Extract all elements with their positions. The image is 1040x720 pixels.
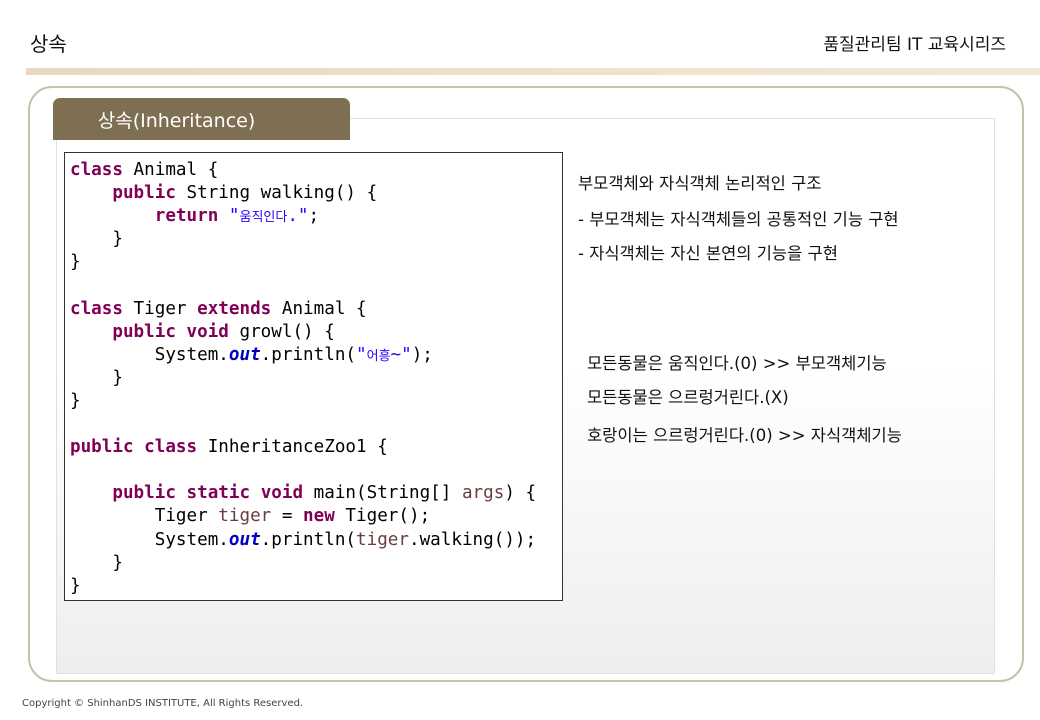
code-token: public bbox=[112, 183, 176, 204]
code-token: } bbox=[70, 229, 123, 250]
code-token: System. bbox=[70, 344, 229, 365]
header-divider bbox=[26, 68, 1040, 75]
code-token: .println( bbox=[260, 529, 357, 550]
code-token: out bbox=[228, 529, 261, 550]
code-token: return bbox=[154, 206, 219, 227]
code-token: InheritanceZoo1 { bbox=[197, 437, 388, 458]
code-token: Animal { bbox=[271, 298, 367, 319]
code-token: 움직인다 bbox=[239, 210, 288, 226]
code-token: " bbox=[228, 206, 240, 227]
code-line: } bbox=[70, 367, 562, 390]
code-token: 어흥 bbox=[366, 348, 391, 364]
example-line: 모든동물은 으르렁거린다.(X) bbox=[587, 388, 789, 407]
description-bullet: - 부모객체는 자식객체들의 공통적인 기능 구현 bbox=[578, 210, 899, 229]
code-token: ~" bbox=[390, 344, 412, 365]
code-token: growl() { bbox=[228, 321, 335, 342]
code-token: public bbox=[112, 483, 176, 504]
code-token: args bbox=[461, 483, 505, 504]
code-block: class Animal { public String walking() {… bbox=[64, 152, 563, 601]
code-line: public String walking() { bbox=[70, 182, 562, 205]
code-line: Tiger tiger = new Tiger(); bbox=[70, 505, 562, 528]
code-token: .println( bbox=[260, 344, 357, 365]
code-token: } bbox=[70, 252, 81, 273]
code-token: out bbox=[228, 344, 261, 365]
description-bullet: - 자식객체는 자신 본연의 기능을 구현 bbox=[578, 244, 838, 263]
code-token: void bbox=[186, 321, 229, 342]
code-line: class Tiger extends Animal { bbox=[70, 298, 562, 321]
code-token: public bbox=[70, 437, 134, 458]
code-line: public class InheritanceZoo1 { bbox=[70, 436, 562, 459]
code-token: void bbox=[260, 483, 304, 504]
code-token: } bbox=[70, 367, 123, 388]
code-line: } bbox=[70, 228, 562, 251]
code-line: System.out.println(tiger.walking()); bbox=[70, 529, 562, 552]
code-token: new bbox=[303, 506, 335, 527]
code-token: .walking()); bbox=[408, 529, 537, 550]
code-token: class bbox=[70, 298, 123, 319]
code-line: } bbox=[70, 390, 562, 413]
slide-title: 상속 bbox=[30, 32, 67, 56]
code-token: Tiger bbox=[122, 298, 198, 319]
example-line: 모든동물은 움직인다.(0) >> 부모객체기능 bbox=[587, 354, 887, 373]
code-token: extends bbox=[197, 298, 272, 319]
code-token: = bbox=[271, 506, 304, 527]
code-token: System. bbox=[70, 529, 229, 550]
code-token: } bbox=[70, 390, 81, 411]
copyright-text: Copyright © ShinhanDS INSTITUTE, All Rig… bbox=[22, 698, 304, 709]
code-token: ) { bbox=[504, 483, 537, 504]
code-token: class bbox=[144, 437, 198, 458]
description-heading: 부모객체와 자식객체 논리적인 구조 bbox=[578, 174, 822, 193]
code-line: System.out.println("어흥~"); bbox=[70, 344, 562, 367]
code-token: } bbox=[70, 575, 81, 596]
code-token: tiger bbox=[356, 529, 409, 550]
example-line: 호랑이는 으르렁거린다.(0) >> 자식객체기능 bbox=[587, 426, 902, 445]
code-token: ." bbox=[287, 206, 309, 227]
series-label: 품질관리팀 IT 교육시리즈 bbox=[823, 35, 1006, 55]
code-line: } bbox=[70, 575, 562, 598]
code-token: static bbox=[186, 483, 251, 504]
code-line: public void growl() { bbox=[70, 321, 562, 344]
code-token: ); bbox=[411, 344, 433, 365]
code-token: String walking() { bbox=[175, 183, 378, 204]
code-token: " bbox=[356, 344, 367, 365]
code-token: Tiger(); bbox=[334, 506, 431, 527]
code-token: public bbox=[112, 321, 176, 342]
code-token: ; bbox=[308, 206, 320, 227]
code-token: tiger bbox=[218, 506, 272, 527]
code-line: class Animal { bbox=[70, 159, 562, 182]
section-tab: 상속(Inheritance) bbox=[53, 98, 350, 140]
code-line: } bbox=[70, 552, 562, 575]
code-token: main(String[] bbox=[303, 483, 462, 504]
code-line: public static void main(String[] args) { bbox=[70, 482, 562, 505]
code-token: } bbox=[70, 552, 123, 573]
code-token: Tiger bbox=[70, 506, 219, 527]
code-line: return "움직인다."; bbox=[70, 205, 562, 228]
code-token: Animal { bbox=[122, 160, 219, 180]
code-line: } bbox=[70, 251, 562, 274]
code-token: class bbox=[70, 160, 123, 180]
